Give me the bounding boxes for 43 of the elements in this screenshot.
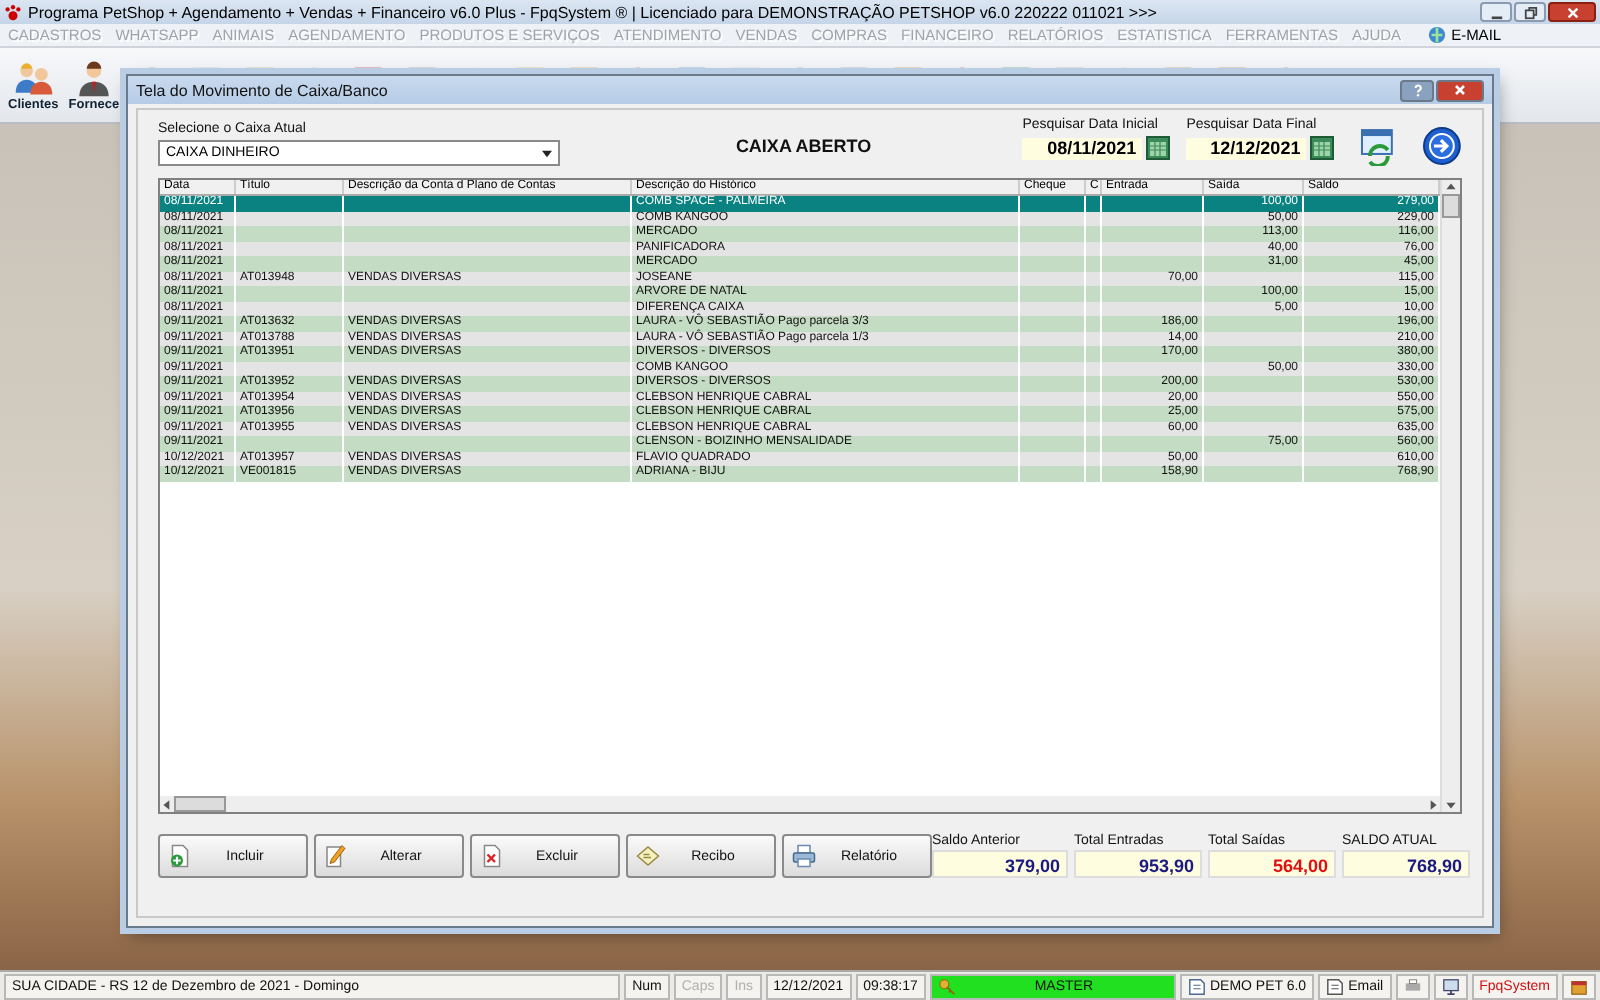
document-icon	[1326, 977, 1345, 995]
minimize-button[interactable]	[1480, 2, 1512, 22]
total-value: 768,90	[1342, 850, 1470, 878]
scroll-thumb[interactable]	[174, 796, 226, 812]
close-icon	[1452, 82, 1468, 98]
key-icon	[937, 977, 956, 995]
calendar-icon[interactable]	[1310, 136, 1335, 160]
people-icon	[11, 58, 56, 98]
horizontal-scrollbar[interactable]	[160, 796, 1440, 812]
arrow-right-icon[interactable]	[1426, 797, 1440, 811]
caixa-status: CAIXA ABERTO	[735, 136, 874, 156]
total-value: 564,00	[1208, 850, 1336, 878]
scroll-thumb[interactable]	[1442, 194, 1460, 218]
caret-icon	[541, 149, 552, 157]
document-x-icon	[480, 844, 504, 868]
date-end-field[interactable]: 12/12/2021	[1186, 137, 1307, 159]
refresh-icon[interactable]	[1358, 126, 1399, 166]
close-icon	[1565, 5, 1579, 19]
help-button[interactable]	[1400, 79, 1434, 101]
arrow-up-icon[interactable]	[1444, 180, 1458, 194]
dialog-title: Tela do Movimento de Caixa/Banco	[136, 81, 390, 99]
monitor-icon[interactable]	[1441, 977, 1460, 995]
calendar-icon[interactable]	[1146, 136, 1171, 160]
arrow-right-icon[interactable]	[1422, 126, 1462, 166]
close-button[interactable]	[1436, 79, 1484, 101]
date-start-field[interactable]: 08/11/2021	[1022, 137, 1143, 159]
restore-button[interactable]	[1514, 2, 1546, 22]
close-button[interactable]	[1548, 2, 1596, 22]
help-icon	[1409, 82, 1425, 98]
arrow-left-icon[interactable]	[160, 797, 174, 811]
total-value: 379,00	[932, 850, 1068, 878]
printer-icon[interactable]	[1403, 977, 1422, 995]
paw-icon	[4, 3, 22, 21]
printer-icon	[792, 844, 816, 868]
arrow-down-icon[interactable]	[1444, 798, 1458, 812]
pencil-icon	[324, 844, 348, 868]
document-icon	[1187, 977, 1206, 995]
total-value: 953,90	[1074, 850, 1202, 878]
box-icon[interactable]	[1570, 977, 1588, 995]
document-plus-icon	[168, 844, 192, 868]
restore-icon	[1523, 5, 1537, 19]
vertical-scrollbar[interactable]	[1440, 180, 1460, 812]
window-title: Programa PetShop + Agendamento + Vendas + Financeiro v6.0 Plus - FpqSystem ® | Licenciado para DEMONSTRAÇÃO PETSHOP v6.0 220222 011021 >>>	[28, 3, 1159, 21]
